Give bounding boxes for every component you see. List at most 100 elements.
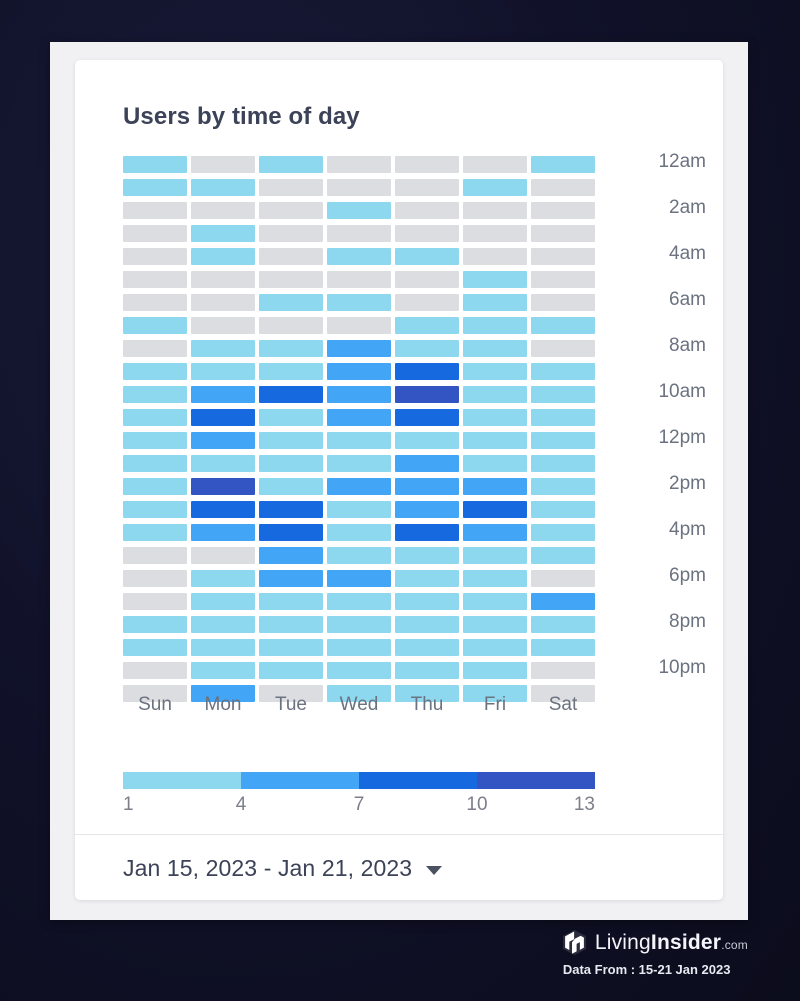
heatmap-cell[interactable] — [259, 593, 323, 610]
heatmap-cell[interactable] — [259, 547, 323, 564]
heatmap-cell[interactable] — [463, 248, 527, 265]
heatmap-cell[interactable] — [531, 547, 595, 564]
heatmap-cell[interactable] — [259, 409, 323, 426]
heatmap-cell[interactable] — [531, 639, 595, 656]
heatmap-cell[interactable] — [123, 317, 187, 334]
heatmap-cell[interactable] — [463, 317, 527, 334]
heatmap-cell[interactable] — [259, 317, 323, 334]
heatmap-cell[interactable] — [395, 179, 459, 196]
heatmap-cell[interactable] — [327, 616, 391, 633]
heatmap-cell[interactable] — [259, 156, 323, 173]
heatmap-cell[interactable] — [327, 294, 391, 311]
heatmap-cell[interactable] — [259, 662, 323, 679]
heatmap-cell[interactable] — [395, 340, 459, 357]
heatmap-cell[interactable] — [463, 593, 527, 610]
heatmap-cell[interactable] — [259, 202, 323, 219]
heatmap-cell[interactable] — [463, 363, 527, 380]
heatmap-cell[interactable] — [191, 501, 255, 518]
heatmap-cell[interactable] — [191, 294, 255, 311]
heatmap-cell[interactable] — [123, 248, 187, 265]
heatmap-cell[interactable] — [531, 570, 595, 587]
heatmap-cell[interactable] — [123, 593, 187, 610]
heatmap-cell[interactable] — [531, 501, 595, 518]
heatmap-cell[interactable] — [191, 455, 255, 472]
heatmap-cell[interactable] — [327, 340, 391, 357]
heatmap-cell[interactable] — [395, 202, 459, 219]
heatmap-cell[interactable] — [259, 386, 323, 403]
heatmap-cell[interactable] — [463, 547, 527, 564]
heatmap-cell[interactable] — [259, 639, 323, 656]
heatmap-cell[interactable] — [327, 662, 391, 679]
heatmap-cell[interactable] — [531, 616, 595, 633]
heatmap-cell[interactable] — [123, 340, 187, 357]
heatmap-cell[interactable] — [531, 363, 595, 380]
heatmap-cell[interactable] — [463, 225, 527, 242]
heatmap-cell[interactable] — [463, 524, 527, 541]
heatmap-cell[interactable] — [531, 225, 595, 242]
heatmap-cell[interactable] — [191, 616, 255, 633]
heatmap-cell[interactable] — [395, 639, 459, 656]
heatmap-cell[interactable] — [531, 478, 595, 495]
heatmap-cell[interactable] — [123, 455, 187, 472]
heatmap-cell[interactable] — [327, 271, 391, 288]
heatmap-cell[interactable] — [395, 317, 459, 334]
heatmap-cell[interactable] — [463, 179, 527, 196]
heatmap-cell[interactable] — [395, 156, 459, 173]
heatmap-cell[interactable] — [395, 662, 459, 679]
heatmap-cell[interactable] — [463, 386, 527, 403]
heatmap-cell[interactable] — [259, 570, 323, 587]
heatmap-cell[interactable] — [395, 294, 459, 311]
heatmap-cell[interactable] — [259, 340, 323, 357]
heatmap-cell[interactable] — [259, 501, 323, 518]
heatmap-cell[interactable] — [327, 501, 391, 518]
heatmap-cell[interactable] — [327, 225, 391, 242]
heatmap-cell[interactable] — [123, 547, 187, 564]
heatmap-cell[interactable] — [191, 386, 255, 403]
heatmap-cell[interactable] — [259, 524, 323, 541]
heatmap-cell[interactable] — [259, 432, 323, 449]
heatmap-cell[interactable] — [327, 547, 391, 564]
heatmap-cell[interactable] — [191, 478, 255, 495]
heatmap-cell[interactable] — [191, 409, 255, 426]
heatmap-cell[interactable] — [191, 202, 255, 219]
heatmap-cell[interactable] — [327, 409, 391, 426]
heatmap-cell[interactable] — [395, 524, 459, 541]
heatmap-cell[interactable] — [531, 409, 595, 426]
heatmap-cell[interactable] — [395, 248, 459, 265]
heatmap-cell[interactable] — [395, 478, 459, 495]
heatmap-cell[interactable] — [191, 363, 255, 380]
heatmap-cell[interactable] — [327, 639, 391, 656]
heatmap-cell[interactable] — [463, 501, 527, 518]
heatmap-cell[interactable] — [259, 616, 323, 633]
heatmap-cell[interactable] — [395, 386, 459, 403]
heatmap-cell[interactable] — [259, 478, 323, 495]
heatmap-cell[interactable] — [463, 455, 527, 472]
heatmap-cell[interactable] — [531, 248, 595, 265]
heatmap-cell[interactable] — [463, 156, 527, 173]
heatmap-cell[interactable] — [123, 202, 187, 219]
heatmap-cell[interactable] — [463, 432, 527, 449]
heatmap-cell[interactable] — [123, 179, 187, 196]
heatmap-cell[interactable] — [327, 248, 391, 265]
heatmap-cell[interactable] — [531, 524, 595, 541]
heatmap-cell[interactable] — [395, 455, 459, 472]
heatmap-cell[interactable] — [327, 455, 391, 472]
heatmap-cell[interactable] — [123, 225, 187, 242]
heatmap-cell[interactable] — [531, 432, 595, 449]
heatmap-cell[interactable] — [395, 271, 459, 288]
heatmap-cell[interactable] — [327, 524, 391, 541]
heatmap-cell[interactable] — [463, 294, 527, 311]
heatmap-cell[interactable] — [327, 179, 391, 196]
heatmap-cell[interactable] — [123, 639, 187, 656]
heatmap-cell[interactable] — [395, 547, 459, 564]
chevron-down-icon[interactable] — [426, 865, 443, 875]
heatmap-cell[interactable] — [259, 363, 323, 380]
heatmap-cell[interactable] — [395, 225, 459, 242]
heatmap-cell[interactable] — [123, 409, 187, 426]
heatmap-cell[interactable] — [463, 271, 527, 288]
heatmap-cell[interactable] — [123, 386, 187, 403]
heatmap-cell[interactable] — [327, 593, 391, 610]
heatmap-cell[interactable] — [327, 478, 391, 495]
heatmap-cell[interactable] — [191, 156, 255, 173]
heatmap-cell[interactable] — [531, 156, 595, 173]
